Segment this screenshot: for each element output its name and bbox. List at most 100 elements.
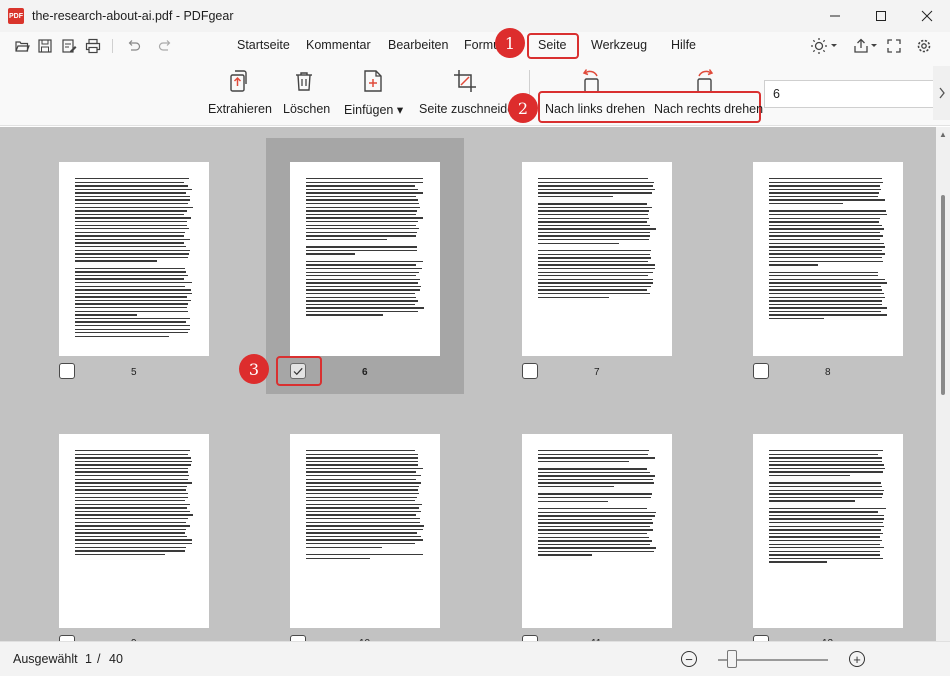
- page-thumbnail[interactable]: [753, 434, 903, 628]
- page-text-line: [769, 514, 885, 517]
- redo-icon[interactable]: [155, 36, 175, 56]
- menu-kommentar[interactable]: Kommentar: [306, 38, 371, 52]
- brightness-dropdown-icon[interactable]: [829, 36, 839, 56]
- scroll-up-icon[interactable]: ▲: [939, 131, 947, 139]
- page-text-line: [538, 214, 648, 216]
- insert-button[interactable]: Einfügen ▾: [344, 102, 403, 117]
- page-text-line: [538, 231, 651, 234]
- page-text-line: [75, 181, 185, 183]
- page-text-line: [306, 264, 417, 266]
- rotate-pages-input[interactable]: 6: [764, 80, 936, 108]
- rotate-left-button[interactable]: Nach links drehen: [545, 102, 645, 116]
- menu-werkzeug[interactable]: Werkzeug: [591, 38, 647, 52]
- brightness-icon[interactable]: [808, 36, 830, 56]
- page-thumbnail[interactable]: [753, 162, 903, 356]
- undo-icon[interactable]: [124, 36, 144, 56]
- page-text-line: [538, 296, 609, 298]
- scrollbar-thumb[interactable]: [941, 195, 945, 395]
- page-text-line: [538, 242, 620, 245]
- page-thumbnail[interactable]: [290, 434, 440, 628]
- page-text-line: [538, 282, 653, 284]
- menu-bearbeiten[interactable]: Bearbeiten: [388, 38, 448, 52]
- page-text-line: [769, 275, 878, 277]
- fullscreen-icon[interactable]: [884, 36, 904, 56]
- page-text-line: [769, 246, 885, 248]
- print-icon[interactable]: [83, 36, 103, 56]
- page-text-line: [75, 467, 188, 470]
- zoom-in-icon[interactable]: +: [849, 651, 865, 667]
- zoom-slider-thumb[interactable]: [727, 650, 737, 668]
- ribbon-scroll-right-button[interactable]: [933, 66, 950, 120]
- open-folder-icon[interactable]: [12, 36, 32, 56]
- page-text-line: [75, 457, 191, 459]
- save-as-icon[interactable]: [59, 36, 79, 56]
- vertical-scrollbar[interactable]: ▲: [936, 127, 950, 641]
- title-bar: PDF the-research-about-ai.pdf - PDFgear: [0, 0, 950, 32]
- extract-icon[interactable]: [225, 68, 251, 94]
- delete-button[interactable]: Löschen: [283, 102, 330, 116]
- page-text-line: [75, 525, 191, 527]
- pdfgear-logo-icon: PDF: [8, 8, 24, 24]
- page-text-line: [538, 460, 629, 463]
- zoom-out-icon[interactable]: −: [681, 651, 697, 667]
- page-checkbox-selected[interactable]: [290, 363, 306, 379]
- page-thumbnail[interactable]: [59, 162, 209, 356]
- page-text-line: [75, 296, 187, 298]
- status-bar: Ausgewählt 1 / 40 − +: [0, 641, 950, 676]
- page-text-line: [306, 554, 424, 556]
- trash-icon[interactable]: [291, 68, 317, 94]
- page-thumbnail[interactable]: [522, 434, 672, 628]
- page-text-line: [769, 307, 887, 309]
- page-checkbox[interactable]: [59, 363, 75, 379]
- page-text-line: [769, 210, 886, 212]
- page-thumbnail[interactable]: [522, 162, 672, 356]
- page-text-line: [306, 557, 370, 559]
- page-text-line: [75, 238, 191, 241]
- page-text-line: [769, 464, 884, 466]
- page-text-line: [75, 217, 192, 219]
- page-text-line: [75, 271, 187, 273]
- page-text-line: [306, 217, 424, 219]
- page-thumbnail[interactable]: [59, 434, 209, 628]
- page-text-line: [306, 181, 424, 183]
- page-text-line: [538, 493, 652, 495]
- page-text-line: [75, 256, 189, 259]
- page-text-line: [306, 500, 416, 502]
- page-text-line: [306, 310, 418, 313]
- page-text-line: [769, 303, 883, 306]
- page-text-line: [306, 235, 416, 237]
- page-text-line: [769, 239, 881, 241]
- page-text-line: [306, 464, 419, 466]
- settings-gear-icon[interactable]: [914, 36, 934, 56]
- page-text-line: [75, 299, 192, 302]
- page-text-line: [538, 292, 651, 295]
- extract-button[interactable]: Extrahieren: [208, 102, 272, 116]
- maximize-button[interactable]: [858, 0, 904, 32]
- page-text-line: [538, 239, 649, 241]
- menu-startseite[interactable]: Startseite: [237, 38, 290, 52]
- page-checkbox[interactable]: [522, 363, 538, 379]
- page-text-line: [75, 224, 188, 226]
- page-text-line: [306, 296, 417, 298]
- page-text-line: [75, 478, 189, 481]
- page-checkbox[interactable]: [753, 363, 769, 379]
- share-dropdown-icon[interactable]: [869, 36, 879, 56]
- page-text-line: [75, 324, 190, 327]
- page-text-line: [75, 543, 193, 545]
- page-text-line: [769, 496, 883, 499]
- page-thumbnail[interactable]: [290, 162, 440, 356]
- page-text-line: [769, 192, 879, 194]
- page-text-line: [769, 285, 881, 288]
- menu-hilfe[interactable]: Hilfe: [671, 38, 696, 52]
- insert-page-icon[interactable]: [360, 68, 386, 94]
- rotate-right-button[interactable]: Nach rechts drehen: [654, 102, 763, 116]
- save-icon[interactable]: [35, 36, 55, 56]
- close-button[interactable]: [904, 0, 950, 32]
- menu-seite[interactable]: Seite: [538, 38, 567, 52]
- minimize-button[interactable]: [812, 0, 858, 32]
- checkmark-icon: [293, 367, 303, 376]
- page-text-line: [306, 278, 420, 281]
- crop-icon[interactable]: [452, 68, 478, 94]
- crop-page-button[interactable]: Seite zuschneide: [419, 102, 514, 116]
- callout-badge-3: 3: [239, 354, 269, 384]
